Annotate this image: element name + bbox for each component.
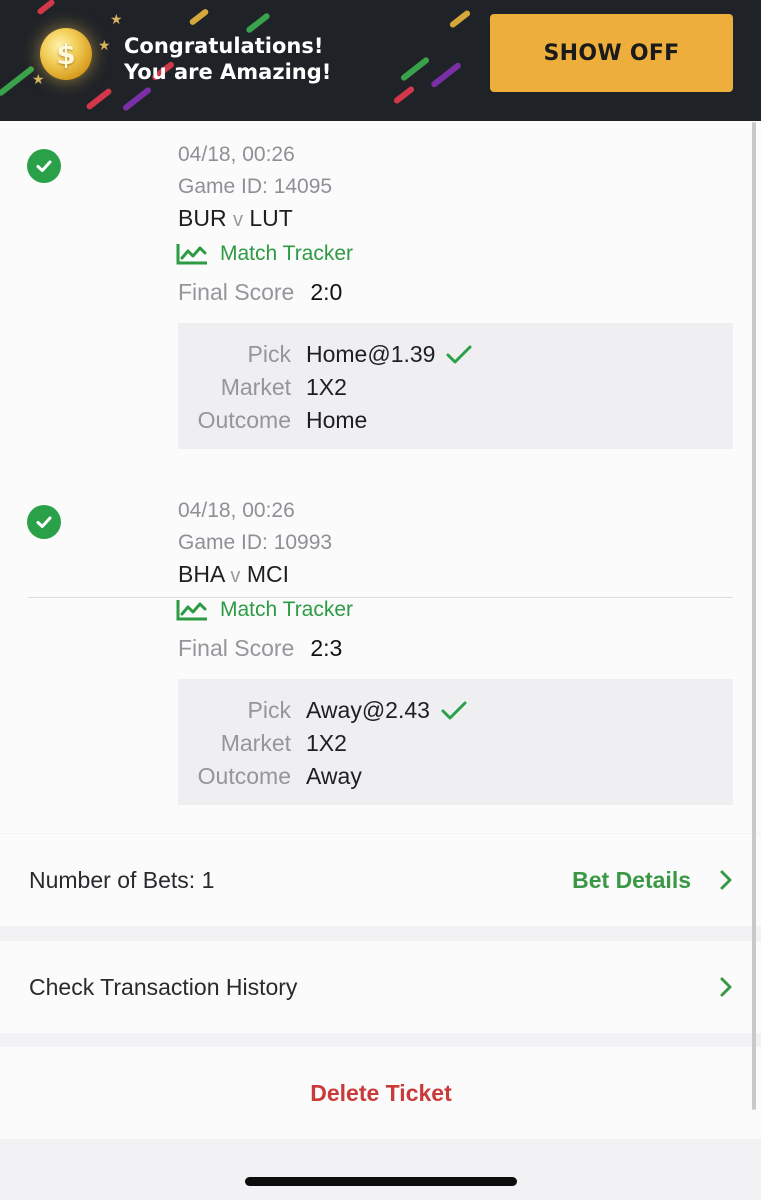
away-team: LUT <box>249 205 293 231</box>
home-indicator[interactable] <box>245 1177 517 1186</box>
final-score-label: Final Score <box>178 635 295 661</box>
congrats-banner: ★ ★ ★ $ Congratulations! You are Amazing… <box>0 0 761 121</box>
market-label: Market <box>220 730 291 756</box>
number-of-bets: Number of Bets: 1 <box>29 866 215 893</box>
outcome-label: Outcome <box>197 763 291 789</box>
transaction-history-label: Check Transaction History <box>29 973 298 1000</box>
home-team: BUR <box>178 205 227 231</box>
versus-label: v <box>232 209 243 231</box>
match-tracker-link[interactable]: Match Tracker <box>176 598 353 622</box>
star-icon: ★ <box>110 11 123 27</box>
pick-value: Home@1.39 <box>306 341 473 368</box>
outcome-value: Home <box>306 407 368 433</box>
chevron-right-icon[interactable] <box>719 869 733 891</box>
transaction-history-row[interactable]: Check Transaction History <box>0 941 761 1033</box>
pick-row: Pick Away@2.43 <box>178 697 733 730</box>
coin-icon: $ <box>40 28 92 80</box>
market-label: Market <box>220 374 291 400</box>
pick-odds: Away@2.43 <box>306 697 430 723</box>
congrats-line-1: Congratulations! <box>124 34 324 58</box>
home-team: BHA <box>178 561 225 587</box>
bet-datetime: 04/18, 00:26 <box>178 143 295 166</box>
match-tracker-link[interactable]: Match Tracker <box>176 242 353 266</box>
outcome-row: Outcome Away <box>178 763 733 796</box>
market-value: 1X2 <box>306 730 347 756</box>
chart-line-icon <box>176 600 207 621</box>
bets-card: 04/18, 00:26 Game ID: 14095 BUR v LUT Ma… <box>0 121 761 833</box>
versus-label: v <box>230 565 241 587</box>
final-score-label: Final Score <box>178 279 295 305</box>
confetti-streak <box>245 12 271 34</box>
pick-label: Pick <box>247 697 291 723</box>
game-id: Game ID: 14095 <box>178 175 333 198</box>
away-team: MCI <box>246 561 289 587</box>
match-tracker-label: Match Tracker <box>220 598 354 621</box>
confetti-streak <box>85 87 113 111</box>
confetti-streak <box>399 56 431 82</box>
confetti-streak <box>392 85 416 105</box>
coin-symbol: $ <box>56 37 76 71</box>
confetti-streak <box>448 9 472 29</box>
confetti-streak <box>121 86 153 112</box>
scrollbar[interactable] <box>752 122 756 1110</box>
market-row: Market 1X2 <box>178 730 733 763</box>
final-score-row: Final Score 2:0 <box>178 279 342 306</box>
star-icon: ★ <box>32 71 45 87</box>
star-icon: ★ <box>98 37 111 53</box>
checkmark-icon <box>441 701 467 719</box>
match-teams: BUR v LUT <box>178 205 293 232</box>
pick-odds: Home@1.39 <box>306 341 436 367</box>
confetti-streak <box>36 0 56 16</box>
pick-details: Pick Home@1.39 Market 1X2 Outcome Home <box>178 323 733 449</box>
congrats-text: Congratulations! You are Amazing! <box>124 33 331 85</box>
checkmark-icon <box>446 345 472 363</box>
pick-details: Pick Away@2.43 Market 1X2 Outcome Away <box>178 679 733 805</box>
final-score-value: 2:3 <box>310 635 343 661</box>
bet-divider <box>28 597 733 598</box>
check-circle-icon <box>27 149 61 183</box>
pick-row: Pick Home@1.39 <box>178 341 733 374</box>
congrats-line-2: You are Amazing! <box>124 60 332 84</box>
show-off-button[interactable]: SHOW OFF <box>490 14 733 92</box>
game-id: Game ID: 10993 <box>178 531 333 554</box>
bets-summary-row[interactable]: Number of Bets: 1 Bet Details <box>0 834 761 926</box>
bet-datetime: 04/18, 00:26 <box>178 499 295 522</box>
market-row: Market 1X2 <box>178 374 733 407</box>
final-score-value: 2:0 <box>310 279 343 305</box>
pick-label: Pick <box>247 341 291 367</box>
outcome-label: Outcome <box>197 407 291 433</box>
confetti-streak <box>188 7 210 27</box>
confetti-streak <box>0 65 36 97</box>
chart-line-icon <box>176 244 207 265</box>
check-circle-icon <box>27 505 61 539</box>
match-teams: BHA v MCI <box>178 561 289 588</box>
outcome-row: Outcome Home <box>178 407 733 440</box>
delete-ticket-row[interactable]: Delete Ticket <box>0 1047 761 1139</box>
bet-details-link[interactable]: Bet Details <box>572 867 691 894</box>
final-score-row: Final Score 2:3 <box>178 635 342 662</box>
outcome-value: Away <box>306 763 362 789</box>
market-value: 1X2 <box>306 374 347 400</box>
match-tracker-label: Match Tracker <box>220 242 354 265</box>
delete-ticket-button[interactable]: Delete Ticket <box>310 1080 451 1107</box>
chevron-right-icon[interactable] <box>719 976 733 998</box>
pick-value: Away@2.43 <box>306 697 468 724</box>
confetti-streak <box>429 61 463 89</box>
